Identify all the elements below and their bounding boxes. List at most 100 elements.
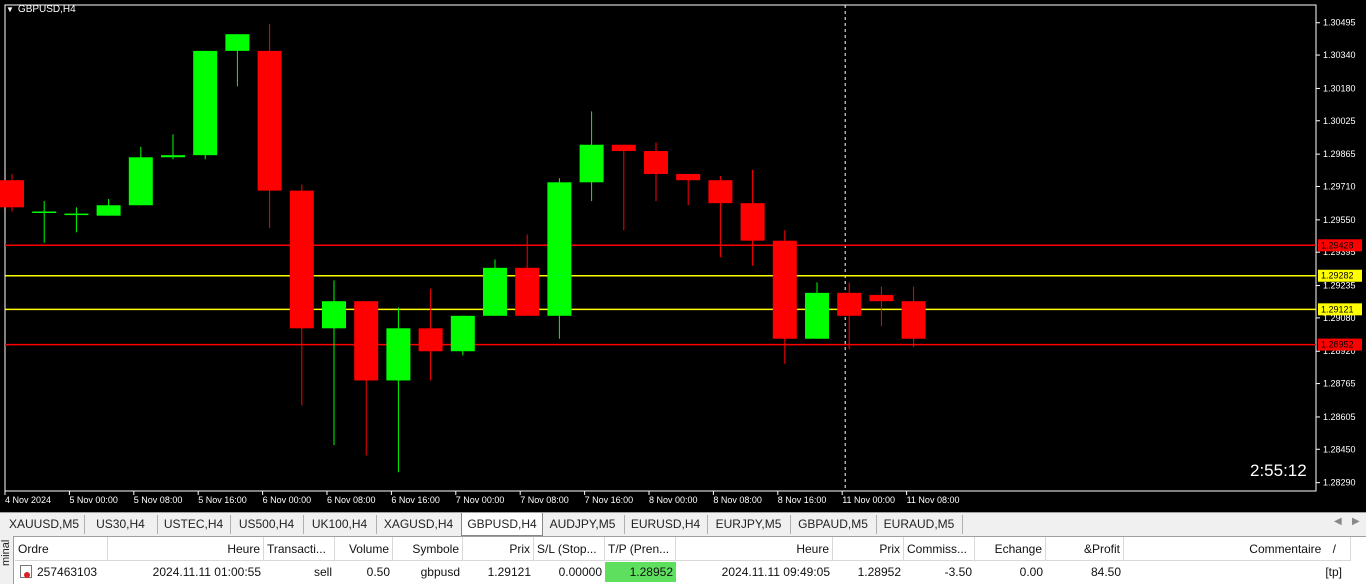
bear-candle-body [837,292,862,316]
bear-candle-body [772,240,797,339]
chart-tab-gbpusd-h4[interactable]: GBPUSD,H4 [461,513,543,536]
bear-candle-body [708,180,733,204]
bear-candle-body [869,294,894,302]
time-tick-label: 4 Nov 2024 [5,495,51,505]
bear-candle-body [644,151,668,174]
col-transaction[interactable]: Transacti... [264,537,335,561]
red-level-top-label: 1.29428 [1321,240,1354,250]
bear-candle-body [289,190,314,329]
chart-title[interactable]: ▼ GBPUSD,H4 [6,4,76,15]
bull-candle-body [96,205,121,216]
time-tick-label: 11 Nov 00:00 [842,495,895,505]
cell-prix-close: 1.28952 [857,565,901,579]
col-echange[interactable]: Echange [975,537,1046,561]
time-tick-label: 6 Nov 16:00 [391,495,440,505]
chart-tab-xagusd-h4[interactable]: XAGUSD,H4 [376,515,462,534]
chart-tab-audjpy-m5[interactable]: AUDJPY,M5 [541,515,625,534]
bear-candle-body [676,173,701,181]
price-tick-label: 1.28450 [1323,444,1356,454]
bull-candle-body [193,50,218,156]
tab-scroll-left-icon[interactable]: ◀ [1334,516,1342,527]
bear-candle-body [901,301,926,339]
cell-volume: 0.50 [366,565,390,579]
col-commentaire[interactable]: Commentaire / [1124,537,1351,561]
chart-tab-euraud-m5[interactable]: EURAUD,M5 [876,515,963,534]
bear-candle-body [515,267,540,316]
time-tick-label: 8 Nov 00:00 [649,495,698,505]
terminal-side-label[interactable]: minal [0,536,14,584]
chart-tab-eurusd-h4[interactable]: EURUSD,H4 [624,515,708,534]
time-tick-label: 5 Nov 00:00 [69,495,118,505]
bear-candle-body [740,203,765,241]
time-tick-label: 7 Nov 16:00 [585,495,634,505]
sort-indicator: / [1332,542,1336,556]
cell-commentaire: [tp] [1325,565,1342,579]
bear-candle-body [611,144,636,152]
bear-candle-body [418,328,443,352]
cell-echange: 0.00 [1019,565,1043,579]
bull-candle-body [450,315,475,352]
col-tp[interactable]: T/P (Pren... [605,537,676,561]
chart-area[interactable]: 1.30495 1.30340 1.30180 1.30025 1.29865 1.297… [0,0,1366,512]
cell-commission: -3.50 [944,565,972,579]
bull-candle-body [32,211,57,213]
cell-symbole: gbpusd [420,565,460,579]
col-commission[interactable]: Commiss... [904,537,975,561]
col-heure[interactable]: Heure [108,537,264,561]
chart-tab-uk100-h4[interactable]: UK100,H4 [303,515,377,534]
chart-tab-gbpaud-m5[interactable]: GBPAUD,M5 [790,515,877,534]
candle-countdown-timer: 2:55:12 [1250,461,1307,480]
price-tick-label: 1.29865 [1323,149,1356,159]
time-tick-label: 7 Nov 08:00 [520,495,569,505]
time-tick-label: 5 Nov 16:00 [198,495,247,505]
bull-candle-body [547,182,572,316]
bull-candle-body [483,267,507,316]
price-tick-label: 1.30495 [1323,18,1356,28]
col-volume[interactable]: Volume [335,537,393,561]
price-tick-label: 1.28290 [1323,478,1356,488]
chart-tab-eurjpy-m5[interactable]: EURJPY,M5 [707,515,791,534]
col-profit[interactable]: &Profit [1046,537,1124,561]
col-sl[interactable]: S/L (Stop... [534,537,605,561]
yellow-level-top-label: 1.29282 [1321,271,1354,281]
price-tick-label: 1.28605 [1323,412,1356,422]
price-tick-label: 1.30340 [1323,50,1356,60]
price-tick-label: 1.29550 [1323,215,1356,225]
candlestick-chart[interactable]: 1.30495 1.30340 1.30180 1.30025 1.29865 1.297… [0,0,1366,512]
cell-prix: 1.29121 [487,565,531,579]
bear-candle-body [0,180,24,208]
bear-candle-body [257,50,282,191]
bear-candle-body [354,301,379,381]
time-tick-label: 8 Nov 08:00 [713,495,762,505]
col-prix[interactable]: Prix [463,537,534,561]
chart-tab-us500-h4[interactable]: US500,H4 [230,515,304,534]
bull-candle-body [322,301,346,329]
order-status-icon [20,565,32,578]
bull-candle-body [225,34,250,51]
time-tick-label: 8 Nov 16:00 [778,495,827,505]
chart-tab-us30-h4[interactable]: US30,H4 [84,515,158,534]
bull-candle-body [805,292,829,339]
commentaire-label: Commentaire [1249,542,1322,556]
cell-tp: 1.28952 [605,562,676,582]
bull-candle-body [64,213,89,216]
dropdown-triangle-icon[interactable]: ▼ [6,5,14,14]
price-tick-label: 1.28765 [1323,379,1356,389]
time-tick-label: 11 Nov 08:00 [907,495,960,505]
chart-tab-ustec-h4[interactable]: USTEC,H4 [157,515,231,534]
red-level-bottom-label: 1.28952 [1321,340,1354,350]
col-prix-close[interactable]: Prix [833,537,904,561]
cell-transaction: sell [313,565,332,579]
time-tick-label: 6 Nov 08:00 [327,495,376,505]
chart-tab-xauusd-m5[interactable]: XAUUSD,M5 [4,515,85,534]
cell-ordre[interactable]: 257463103 [34,562,108,582]
tab-scroll-right-icon[interactable]: ▶ [1352,516,1360,527]
col-heure-close[interactable]: Heure [676,537,833,561]
col-symbole[interactable]: Symbole [393,537,463,561]
bull-candle-body [579,144,604,183]
time-tick-label: 6 Nov 00:00 [263,495,312,505]
col-ordre[interactable]: Ordre [15,537,108,561]
cell-heure: 2024.11.11 01:00:55 [152,565,261,579]
bull-candle-body [161,155,185,158]
cell-sl: 0.00000 [558,565,602,579]
